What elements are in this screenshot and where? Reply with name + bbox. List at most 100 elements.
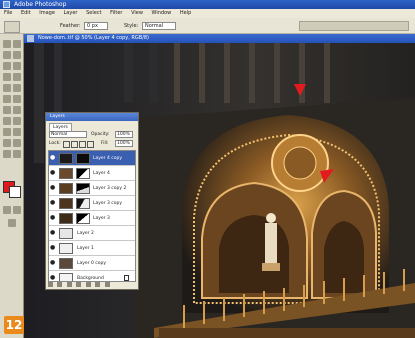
layer-mask-thumbnail[interactable] (76, 183, 90, 194)
lock-image-icon[interactable] (71, 141, 78, 148)
fill-input[interactable]: 100% (115, 140, 133, 147)
layer-mask-thumbnail[interactable] (76, 168, 90, 179)
style-select[interactable]: Normal (142, 22, 176, 30)
photoshop-app-icon (3, 1, 10, 8)
layer-thumbnail (59, 168, 73, 179)
blend-mode-select[interactable]: Normal (49, 131, 87, 138)
layer-row[interactable]: ● Layer 3 copy (49, 196, 135, 211)
crop-tool-icon[interactable] (3, 62, 11, 70)
document-title: Nowe-dom..tif @ 50% (Layer 4 copy, RGB/8… (38, 35, 150, 41)
menu-filter[interactable]: Filter (110, 10, 122, 16)
screen-mode-icon[interactable] (8, 219, 16, 227)
visibility-eye-icon[interactable]: ● (50, 275, 56, 281)
menu-file[interactable]: File (4, 10, 12, 16)
healing-brush-icon[interactable] (3, 73, 11, 81)
layer-row[interactable]: ● Layer 3 (49, 211, 135, 226)
layer-row[interactable]: ● Layer 4 (49, 166, 135, 181)
layer-style-icon[interactable] (57, 282, 63, 287)
new-layer-icon[interactable] (95, 282, 101, 287)
menu-help[interactable]: Help (180, 10, 191, 16)
visibility-eye-icon[interactable]: ● (50, 170, 56, 176)
visibility-eye-icon[interactable]: ● (50, 245, 56, 251)
lasso-tool-icon[interactable] (3, 51, 11, 59)
menu-view[interactable]: View (131, 10, 143, 16)
lock-label: Lock: (49, 141, 61, 146)
layer-thumbnail (59, 228, 73, 239)
history-brush-icon[interactable] (13, 84, 21, 92)
blur-tool-icon[interactable] (3, 106, 11, 114)
palette-well[interactable] (299, 21, 409, 31)
dodge-tool-icon[interactable] (13, 106, 21, 114)
menu-select[interactable]: Select (86, 10, 101, 16)
feather-label: Feather: (60, 23, 81, 29)
layer-row[interactable]: ● Layer 4 copy (49, 151, 135, 166)
slice-tool-icon[interactable] (13, 62, 21, 70)
document-title-bar: Nowe-dom..tif @ 50% (Layer 4 copy, RGB/8… (24, 34, 415, 43)
menu-edit[interactable]: Edit (21, 10, 31, 16)
layer-mask-thumbnail[interactable] (76, 213, 90, 224)
zoom-tool-icon[interactable] (13, 150, 21, 158)
trash-icon[interactable] (104, 282, 110, 287)
opacity-label: Opacity: (91, 132, 110, 137)
layer-thumbnail (59, 213, 73, 224)
brush-tool-icon[interactable] (13, 73, 21, 81)
fill-label: Fill: (101, 141, 109, 146)
marquee-tool-icon[interactable] (3, 40, 11, 48)
path-selection-icon[interactable] (3, 117, 11, 125)
notes-tool-icon[interactable] (3, 139, 11, 147)
standard-mode-icon[interactable] (13, 206, 21, 214)
clone-stamp-icon[interactable] (3, 84, 11, 92)
layers-panel: Layers Layers Normal Opacity: 100% Lock:… (45, 112, 139, 290)
step-number-badge: 12 (4, 316, 24, 334)
lock-position-icon[interactable] (79, 141, 86, 148)
layer-mask-thumbnail[interactable] (76, 198, 90, 209)
new-group-icon[interactable] (85, 282, 91, 287)
layer-name: Layer 3 copy (93, 201, 123, 206)
eyedropper-icon[interactable] (13, 139, 21, 147)
gradient-tool-icon[interactable] (13, 95, 21, 103)
type-tool-icon[interactable] (13, 117, 21, 125)
menu-image[interactable]: Image (39, 10, 55, 16)
visibility-eye-icon[interactable]: ● (50, 155, 56, 161)
layer-row[interactable]: ● Layer 0 copy (49, 256, 135, 271)
move-tool-icon[interactable] (13, 40, 21, 48)
visibility-eye-icon[interactable]: ● (50, 200, 56, 206)
menu-layer[interactable]: Layer (64, 10, 78, 16)
layer-thumbnail (59, 198, 73, 209)
quick-mask-icon[interactable] (3, 206, 11, 214)
visibility-eye-icon[interactable]: ● (50, 185, 56, 191)
layers-list: ● Layer 4 copy ● Layer 4 ● Layer 3 copy … (48, 150, 136, 282)
background-color-swatch[interactable] (9, 186, 21, 198)
feather-input[interactable]: 0 px (84, 22, 108, 30)
marquee-tool-preset-icon[interactable] (4, 21, 20, 33)
visibility-eye-icon[interactable]: ● (50, 230, 56, 236)
visibility-eye-icon[interactable]: ● (50, 260, 56, 266)
magic-wand-icon[interactable] (13, 51, 21, 59)
pen-tool-icon[interactable] (3, 128, 11, 136)
opacity-input[interactable]: 100% (115, 131, 133, 138)
tab-layers[interactable]: Layers (49, 123, 72, 131)
add-mask-icon[interactable] (66, 282, 72, 287)
layer-mask-thumbnail[interactable] (76, 153, 90, 164)
shape-tool-icon[interactable] (13, 128, 21, 136)
layer-name: Layer 4 (93, 171, 110, 176)
visibility-eye-icon[interactable]: ● (50, 215, 56, 221)
layer-row[interactable]: ● Layer 2 (49, 226, 135, 241)
layers-blend-row: Normal Opacity: 100% (49, 131, 135, 139)
layer-row[interactable]: ● Layer 3 copy 2 (49, 181, 135, 196)
menu-window[interactable]: Window (152, 10, 172, 16)
layer-name: Layer 1 (77, 246, 94, 251)
adjustment-layer-icon[interactable] (76, 282, 82, 287)
link-layers-icon[interactable] (48, 282, 53, 287)
layer-row[interactable]: ● Layer 1 (49, 241, 135, 256)
toolbox (0, 34, 24, 338)
layer-row[interactable]: ● Background (49, 271, 135, 281)
hand-tool-icon[interactable] (3, 150, 11, 158)
eraser-tool-icon[interactable] (3, 95, 11, 103)
options-bar: Feather: 0 px Style: Normal (0, 18, 415, 34)
layer-name: Layer 0 copy (77, 261, 107, 266)
lock-all-icon[interactable] (87, 141, 94, 148)
layer-thumbnail (59, 258, 73, 269)
title-bar: Adobe Photoshop (0, 0, 415, 9)
lock-transparency-icon[interactable] (63, 141, 70, 148)
